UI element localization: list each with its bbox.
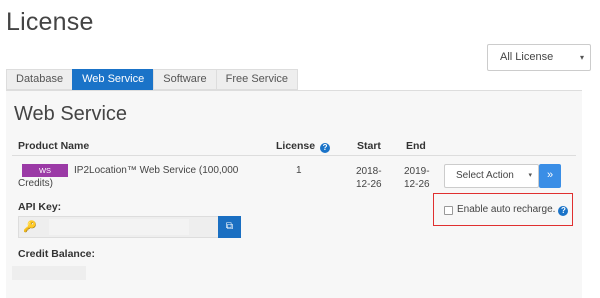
column-header-product: Product Name: [18, 140, 90, 152]
help-icon[interactable]: ?: [558, 206, 569, 216]
web-service-panel: Web Service Product Name License ? Start…: [6, 90, 582, 298]
column-header-license-label: License: [276, 140, 316, 152]
tab-free-service[interactable]: Free Service: [215, 69, 299, 90]
auto-recharge-text: Enable auto recharge.: [457, 204, 556, 215]
column-header-end: End: [406, 140, 426, 152]
chevron-down-icon: ▾: [579, 53, 584, 62]
auto-recharge-label[interactable]: Enable auto recharge.?: [457, 204, 569, 216]
auto-recharge-checkbox[interactable]: [444, 206, 453, 215]
page-title: License: [6, 8, 94, 36]
go-button[interactable]: »: [539, 164, 561, 188]
row-divider: [12, 155, 576, 156]
license-filter-select[interactable]: All License ▾: [487, 44, 591, 71]
chevron-down-icon: ▾: [528, 172, 532, 179]
api-key-field[interactable]: 🔑: [18, 216, 219, 238]
section-title: Web Service: [14, 103, 128, 125]
tab-web-service[interactable]: Web Service: [72, 69, 154, 90]
license-count: 1: [296, 165, 302, 176]
copy-icon: ⧉: [225, 221, 234, 232]
tab-database[interactable]: Database: [6, 69, 73, 90]
end-date: 2019-12-26: [404, 166, 430, 190]
column-header-start: Start: [357, 140, 381, 152]
tab-bar: Database Web Service Software Free Servi…: [6, 69, 299, 90]
license-filter-value: All License: [500, 51, 554, 63]
product-badge: WS: [22, 164, 68, 177]
tab-software[interactable]: Software: [153, 69, 216, 90]
auto-recharge-highlight: Enable auto recharge.?: [433, 193, 573, 226]
copy-button[interactable]: ⧉: [218, 216, 241, 238]
api-key-label: API Key:: [18, 201, 62, 213]
column-header-license: License ?: [276, 140, 331, 153]
key-icon: 🔑: [23, 221, 37, 233]
action-select-value: Select Action: [456, 170, 514, 181]
start-date: 2018-12-26: [356, 166, 382, 190]
credit-balance-value: [12, 266, 86, 280]
action-select[interactable]: Select Action ▾: [444, 164, 539, 188]
credit-balance-label: Credit Balance:: [18, 248, 96, 260]
help-icon[interactable]: ?: [320, 143, 331, 153]
api-key-value: [49, 219, 189, 235]
